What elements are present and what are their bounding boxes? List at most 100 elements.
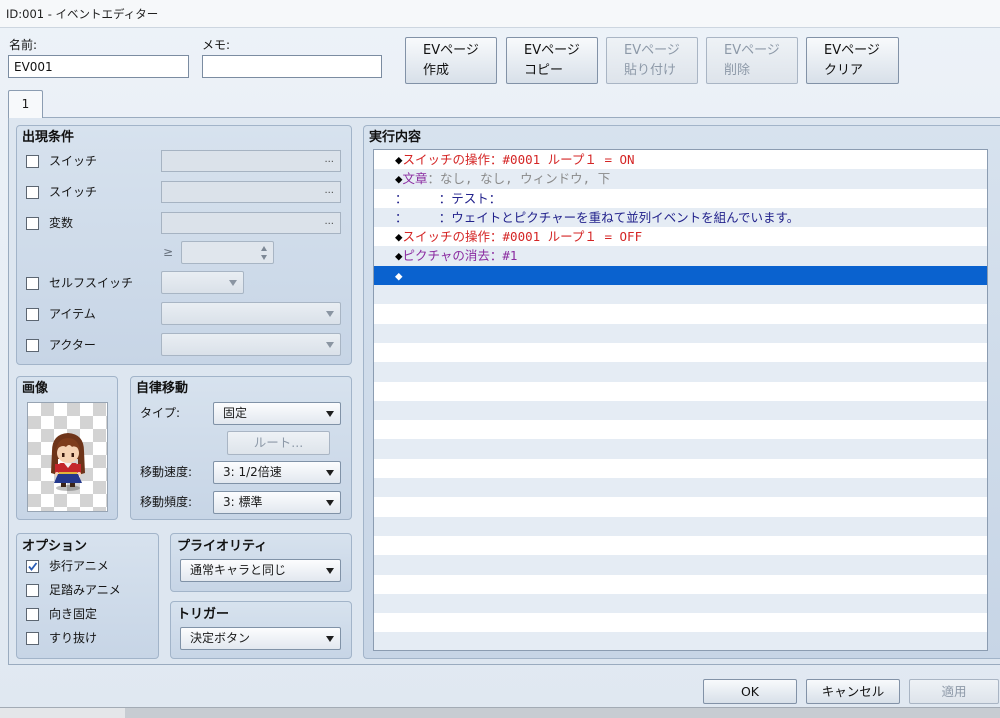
switch-1-checkbox[interactable] [26,155,39,168]
empty-command-row[interactable] [374,555,987,575]
walking-animation-checkbox[interactable] [26,560,39,573]
image-preview[interactable] [27,402,108,512]
switch-2-checkbox[interactable] [26,186,39,199]
spin-up-icon[interactable] [261,246,267,251]
chevron-down-icon [326,500,334,506]
empty-command-row[interactable] [374,613,987,632]
movement-type-value: 固定 [223,406,248,420]
switch-1-browse-button[interactable]: ... [324,154,334,166]
empty-command-row[interactable] [374,362,987,382]
empty-command-row[interactable] [374,343,987,362]
ev-page-copy-button[interactable]: EVページ コピー [506,37,598,84]
switch-2-browse-button[interactable]: ... [324,185,334,197]
empty-command-row[interactable] [374,575,987,594]
command-text-segment: ◆ [395,171,403,187]
stepping-animation-checkbox[interactable] [26,584,39,597]
self-switch-checkbox[interactable] [26,277,39,290]
character-sprite [51,433,85,491]
item-dropdown[interactable] [161,302,341,325]
empty-command-row[interactable] [374,632,987,650]
item-label: アイテム [49,307,96,321]
trigger-title: トリガー [177,607,230,622]
cancel-button[interactable]: キャンセル [806,679,900,704]
command-text-segment: ◆ [395,152,403,167]
empty-command-row[interactable] [374,497,987,516]
command-text-segment: スイッチの操作：#0001 ループ１ = OFF [402,229,643,245]
ev-page-clear-button[interactable]: EVページ クリア [806,37,899,84]
movement-type-label: タイプ: [140,406,181,420]
empty-command-row[interactable] [374,593,987,614]
self-switch-dropdown[interactable] [161,271,244,294]
movement-type-dropdown[interactable]: 固定 [213,402,341,425]
options-title: オプション [22,539,88,554]
ok-button[interactable]: OK [703,679,797,704]
name-input[interactable] [8,55,189,78]
switch-1-field[interactable]: ... [161,150,341,172]
empty-command-row[interactable] [374,400,987,421]
movement-speed-value: 3: 1/2倍速 [223,465,282,479]
empty-command-row[interactable] [374,439,987,459]
priority-dropdown[interactable]: 通常キャラと同じ [180,559,341,582]
item-checkbox[interactable] [26,308,39,321]
window-title: ID:001 - イベントエディター [6,7,159,21]
spin-down-icon[interactable] [261,255,267,260]
command-row[interactable]: ◆ [374,265,987,286]
chevron-down-icon [326,411,334,417]
ev-page-paste-button[interactable]: EVページ 貼り付け [606,37,698,84]
command-row[interactable]: ◆ピクチャの消去：#1 [374,246,987,266]
through-label: すり抜け [49,631,98,645]
through-checkbox[interactable] [26,632,39,645]
checkmark-icon [28,562,38,571]
empty-command-row[interactable] [374,478,987,498]
command-row[interactable]: ： ：テスト： [374,189,987,208]
image-title: 画像 [22,381,49,396]
empty-command-row[interactable] [374,323,987,343]
movement-frequency-label: 移動頻度: [140,495,193,509]
ev-page-create-button[interactable]: EVページ 作成 [405,37,497,84]
route-button[interactable]: ルート... [227,431,330,455]
variable-label: 変数 [49,216,74,230]
command-text-segment: ◆ [395,267,403,283]
chevron-down-icon [326,470,334,476]
command-row[interactable]: ◆スイッチの操作：#0001 ループ１ = OFF [374,227,987,246]
command-text-segment: ： ：テスト： [395,190,502,206]
ev-page-delete-button[interactable]: EVページ 削除 [706,37,798,84]
variable-browse-button[interactable]: ... [324,216,334,228]
empty-command-row[interactable] [374,304,987,323]
command-row[interactable]: ◆文章：なし, なし, ウィンドウ, 下 [374,169,987,189]
command-text-segment: ピクチャの消去：#1 [402,248,518,264]
switch-2-field[interactable]: ... [161,181,341,203]
name-label: 名前: [9,38,38,52]
background-window-edge [0,707,125,718]
command-row[interactable]: ◆スイッチの操作：#0001 ループ１ = ON [374,150,987,169]
variable-checkbox[interactable] [26,217,39,230]
stepping-animation-label: 足踏みアニメ [49,583,121,597]
empty-command-row[interactable] [374,420,987,439]
command-text-segment: スイッチの操作：#0001 ループ１ = ON [402,152,635,167]
actor-dropdown[interactable] [161,333,341,356]
empty-command-row[interactable] [374,536,987,555]
memo-input[interactable] [202,55,382,78]
autonomous-movement-title: 自律移動 [136,381,189,396]
conditions-title: 出現条件 [22,130,75,145]
empty-command-row[interactable] [374,382,987,401]
trigger-dropdown[interactable]: 決定ボタン [180,627,341,650]
actor-checkbox[interactable] [26,339,39,352]
self-switch-label: セルフスイッチ [49,276,134,290]
command-row[interactable]: ： ：ウェイトとピクチャーを重ねて並列イベントを組んでいます。 [374,207,987,228]
empty-command-row[interactable] [374,285,987,305]
empty-command-row[interactable] [374,459,987,478]
empty-command-row[interactable] [374,516,987,536]
variable-value-spinner[interactable] [181,241,274,264]
movement-speed-dropdown[interactable]: 3: 1/2倍速 [213,461,341,484]
chevron-down-icon [326,311,334,317]
command-list[interactable]: ◆スイッチの操作：#0001 ループ１ = ON ◆文章：なし, なし, ウィンド… [373,149,988,651]
button-label-line1: EVページ [624,43,680,58]
title-bar: ID:001 - イベントエディター [0,0,1000,28]
tab-page-1[interactable]: 1 [8,90,43,118]
variable-field[interactable]: ... [161,212,341,234]
direction-fix-checkbox[interactable] [26,608,39,621]
chevron-down-icon [326,568,334,574]
movement-frequency-dropdown[interactable]: 3: 標準 [213,491,341,514]
apply-button[interactable]: 適用 [909,679,999,704]
